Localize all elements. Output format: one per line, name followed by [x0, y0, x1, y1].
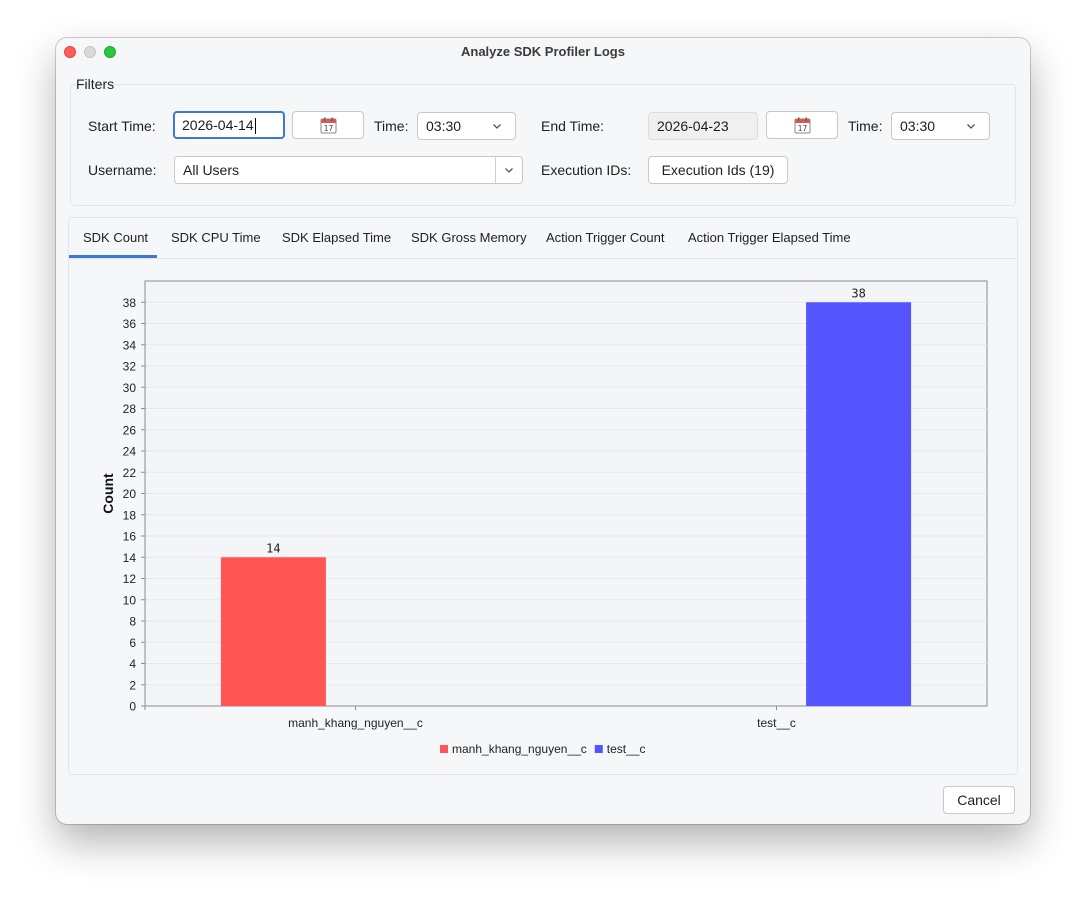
start-time-select[interactable]: 03:30: [417, 112, 516, 140]
x-tick-label: test__c: [757, 716, 796, 730]
tab-sdk-cpu-time[interactable]: SDK CPU Time: [171, 230, 261, 245]
filters-group-label: Filters: [76, 76, 115, 92]
end-date-field[interactable]: 2026-04-23: [648, 112, 758, 140]
legend-label: test__c: [607, 742, 646, 756]
tab-bar: SDK Count SDK CPU Time SDK Elapsed Time …: [69, 218, 1017, 259]
username-value: All Users: [183, 162, 240, 178]
y-tick-label: 14: [123, 551, 137, 565]
y-tick-label: 32: [123, 360, 137, 374]
tab-sdk-gross-memory[interactable]: SDK Gross Memory: [411, 230, 527, 245]
execution-ids-label: Execution IDs:: [541, 162, 632, 178]
x-tick-label: manh_khang_nguyen__c: [288, 716, 423, 730]
start-date-calendar-button[interactable]: 17: [292, 111, 364, 139]
y-tick-label: 34: [123, 338, 137, 352]
legend-swatch-test__c: [594, 745, 603, 753]
y-axis-title: Count: [100, 473, 116, 514]
y-tick-label: 38: [123, 296, 137, 310]
y-tick-label: 2: [129, 678, 136, 692]
svg-text:17: 17: [798, 124, 808, 133]
legend-label: manh_khang_nguyen__c: [452, 742, 587, 756]
window-title: Analyze SDK Profiler Logs: [461, 44, 625, 59]
end-time-value: 03:30: [900, 118, 936, 134]
analyze-sdk-dialog: Analyze SDK Profiler Logs Filters Start …: [56, 38, 1030, 824]
start-time-of-day-label: Time:: [374, 118, 409, 134]
username-combobox[interactable]: All Users: [174, 156, 523, 184]
calendar-icon: 17: [794, 117, 811, 134]
combo-separator: [495, 157, 496, 183]
username-label: Username:: [88, 162, 157, 178]
tab-action-trigger-count[interactable]: Action Trigger Count: [546, 230, 665, 245]
y-tick-label: 16: [123, 530, 137, 544]
sdk-count-chart: 02468101214161820222426283032343638Count…: [100, 280, 988, 756]
end-time-label: End Time:: [541, 118, 605, 134]
y-tick-label: 22: [123, 466, 137, 480]
data-label: 38: [851, 286, 865, 300]
y-tick-label: 28: [123, 402, 137, 416]
chevron-down-icon: [505, 168, 513, 173]
y-tick-label: 20: [123, 487, 137, 501]
y-tick-label: 18: [123, 508, 137, 522]
y-tick-label: 30: [123, 381, 137, 395]
calendar-icon: 17: [320, 117, 337, 134]
y-tick-label: 24: [123, 445, 137, 459]
y-tick-label: 36: [123, 317, 137, 331]
bar-manh_khang_nguyen__c: [220, 557, 326, 706]
tab-sdk-count[interactable]: SDK Count: [83, 230, 148, 245]
filters-panel: [70, 84, 1016, 206]
cancel-button[interactable]: Cancel: [943, 786, 1015, 814]
end-date-calendar-button[interactable]: 17: [766, 111, 838, 139]
y-tick-label: 10: [123, 593, 137, 607]
svg-text:17: 17: [324, 124, 334, 133]
data-label: 14: [266, 541, 280, 555]
y-tick-label: 4: [129, 657, 136, 671]
chart-tabs-panel: SDK Count SDK CPU Time SDK Elapsed Time …: [68, 217, 1018, 775]
tab-sdk-elapsed-time[interactable]: SDK Elapsed Time: [282, 230, 391, 245]
y-tick-label: 26: [123, 423, 137, 437]
start-time-value: 03:30: [426, 118, 462, 134]
legend-swatch-manh_khang_nguyen__c: [440, 745, 448, 753]
execution-ids-button[interactable]: Execution Ids (19): [648, 156, 788, 184]
text-cursor: [254, 118, 256, 135]
chevron-down-icon: [967, 124, 975, 129]
start-time-label: Start Time:: [88, 118, 156, 134]
bar-test__c: [806, 302, 912, 706]
end-time-select[interactable]: 03:30: [891, 112, 990, 140]
y-tick-label: 12: [123, 572, 137, 586]
title-bar: Analyze SDK Profiler Logs: [56, 38, 1030, 66]
end-time-of-day-label: Time:: [848, 118, 883, 134]
y-tick-label: 6: [129, 636, 136, 650]
start-date-field[interactable]: 2026-04-14: [173, 111, 285, 139]
y-tick-label: 8: [129, 615, 136, 629]
chevron-down-icon: [493, 124, 501, 129]
y-tick-label: 0: [129, 700, 136, 714]
start-date-value: 2026-04-14: [182, 117, 254, 133]
tab-action-trigger-elapsed-time[interactable]: Action Trigger Elapsed Time: [688, 230, 851, 245]
